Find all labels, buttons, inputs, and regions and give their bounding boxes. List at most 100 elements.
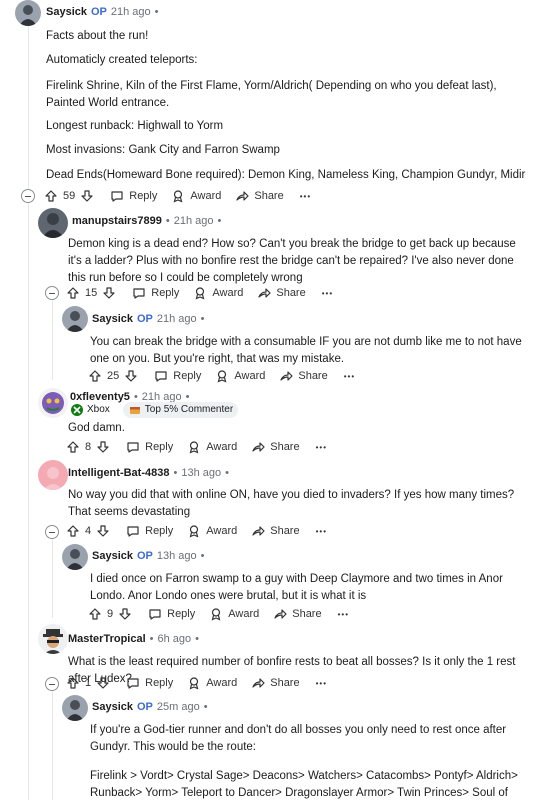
downvote-icon[interactable]: [102, 286, 116, 300]
upvote-icon[interactable]: [66, 676, 80, 690]
reply-icon: [126, 440, 140, 454]
upvote-icon[interactable]: [88, 369, 102, 383]
collapse-button[interactable]: [45, 525, 59, 539]
timestamp[interactable]: 13h ago: [157, 549, 197, 563]
share-button[interactable]: Share: [251, 676, 300, 690]
reply-label: Reply: [145, 441, 174, 453]
vote-count: 15: [85, 287, 98, 299]
collapse-button[interactable]: [45, 286, 59, 300]
username[interactable]: Saysick: [46, 5, 87, 19]
share-label: Share: [254, 190, 284, 202]
username[interactable]: Saysick: [92, 312, 133, 326]
downvote-icon[interactable]: [96, 676, 110, 690]
downvote-icon[interactable]: [124, 369, 138, 383]
upvote-icon[interactable]: [66, 440, 80, 454]
op-badge: OP: [136, 313, 153, 325]
user-flairs: Xbox Top 5% Commenter: [66, 402, 239, 418]
share-button[interactable]: Share: [273, 607, 322, 621]
comment-line: Dead Ends(Homeward Bone required): Demon…: [46, 169, 526, 181]
comment-body: You can break the bridge with a consumab…: [90, 336, 522, 365]
reply-button[interactable]: Reply: [110, 189, 157, 203]
username[interactable]: MasterTropical: [68, 632, 146, 646]
upvote-icon[interactable]: [44, 189, 58, 203]
downvote-icon[interactable]: [96, 524, 110, 538]
reply-icon: [148, 607, 162, 621]
award-button[interactable]: Award: [215, 369, 265, 383]
thread-line: [52, 300, 53, 380]
award-button[interactable]: Award: [187, 440, 237, 454]
separator-dot: •: [154, 6, 159, 18]
award-label: Award: [206, 677, 238, 689]
more-options-button[interactable]: •••: [316, 443, 327, 452]
separator-dot: •: [149, 633, 154, 645]
avatar[interactable]: [62, 695, 88, 721]
share-icon: [273, 607, 287, 621]
more-options-button[interactable]: •••: [322, 289, 333, 298]
comment-line: Firelink > Vordt> Crystal Sage> Deacons>…: [90, 770, 518, 799]
collapse-button[interactable]: [21, 189, 35, 203]
separator-dot: •: [173, 467, 178, 479]
avatar[interactable]: [62, 544, 88, 570]
upvote-icon[interactable]: [88, 607, 102, 621]
flair-top-commenter: Top 5% Commenter: [122, 402, 239, 418]
avatar[interactable]: [38, 208, 68, 238]
award-button[interactable]: Award: [171, 189, 221, 203]
downvote-icon[interactable]: [80, 189, 94, 203]
avatar[interactable]: [38, 388, 68, 418]
avatar[interactable]: [38, 624, 68, 654]
timestamp[interactable]: 6h ago: [158, 632, 192, 646]
upvote-icon[interactable]: [66, 524, 80, 538]
timestamp[interactable]: 21h ago: [174, 214, 214, 228]
award-button[interactable]: Award: [193, 286, 243, 300]
comment-actions: 59 Reply Award Share •••: [44, 187, 311, 205]
share-button[interactable]: Share: [251, 524, 300, 538]
award-button[interactable]: Award: [187, 676, 237, 690]
avatar[interactable]: [38, 460, 68, 490]
reply-button[interactable]: Reply: [154, 369, 201, 383]
avatar[interactable]: [62, 306, 88, 332]
award-button[interactable]: Award: [209, 607, 259, 621]
timestamp[interactable]: 13h ago: [181, 466, 221, 480]
username[interactable]: Intelligent-Bat-4838: [68, 466, 169, 480]
reply-button[interactable]: Reply: [126, 524, 173, 538]
timestamp[interactable]: 21h ago: [157, 312, 197, 326]
reply-icon: [126, 524, 140, 538]
downvote-icon[interactable]: [96, 440, 110, 454]
comment-body: No way you did that with online ON, have…: [68, 489, 515, 518]
timestamp[interactable]: 25m ago: [157, 700, 200, 714]
more-options-button[interactable]: •••: [316, 527, 327, 536]
op-badge: OP: [90, 6, 107, 18]
vote-group: 1: [66, 676, 110, 690]
username[interactable]: Saysick: [92, 549, 133, 563]
more-options-button[interactable]: •••: [338, 610, 349, 619]
share-button[interactable]: Share: [251, 440, 300, 454]
reply-button[interactable]: Reply: [132, 286, 179, 300]
share-icon: [235, 189, 249, 203]
collapse-button[interactable]: [45, 677, 59, 691]
op-badge: OP: [136, 701, 153, 713]
reply-button[interactable]: Reply: [126, 440, 173, 454]
downvote-icon[interactable]: [118, 607, 132, 621]
reply-label: Reply: [145, 677, 174, 689]
username[interactable]: manupstairs7899: [72, 214, 162, 228]
more-options-button[interactable]: •••: [300, 192, 311, 201]
share-button[interactable]: Share: [257, 286, 306, 300]
comment-body: God damn.: [68, 422, 125, 434]
share-button[interactable]: Share: [279, 369, 328, 383]
more-options-button[interactable]: •••: [316, 679, 327, 688]
timestamp[interactable]: 21h ago: [111, 5, 151, 19]
upvote-icon[interactable]: [66, 286, 80, 300]
award-label: Award: [206, 441, 238, 453]
reply-button[interactable]: Reply: [126, 676, 173, 690]
share-icon: [257, 286, 271, 300]
separator-dot: •: [200, 550, 205, 562]
reply-button[interactable]: Reply: [148, 607, 195, 621]
vote-count: 4: [85, 525, 92, 537]
username[interactable]: Saysick: [92, 700, 133, 714]
trophy-icon: [128, 403, 142, 417]
award-button[interactable]: Award: [187, 524, 237, 538]
avatar[interactable]: [15, 0, 41, 26]
more-options-button[interactable]: •••: [344, 372, 355, 381]
share-button[interactable]: Share: [235, 189, 284, 203]
reply-icon: [132, 286, 146, 300]
